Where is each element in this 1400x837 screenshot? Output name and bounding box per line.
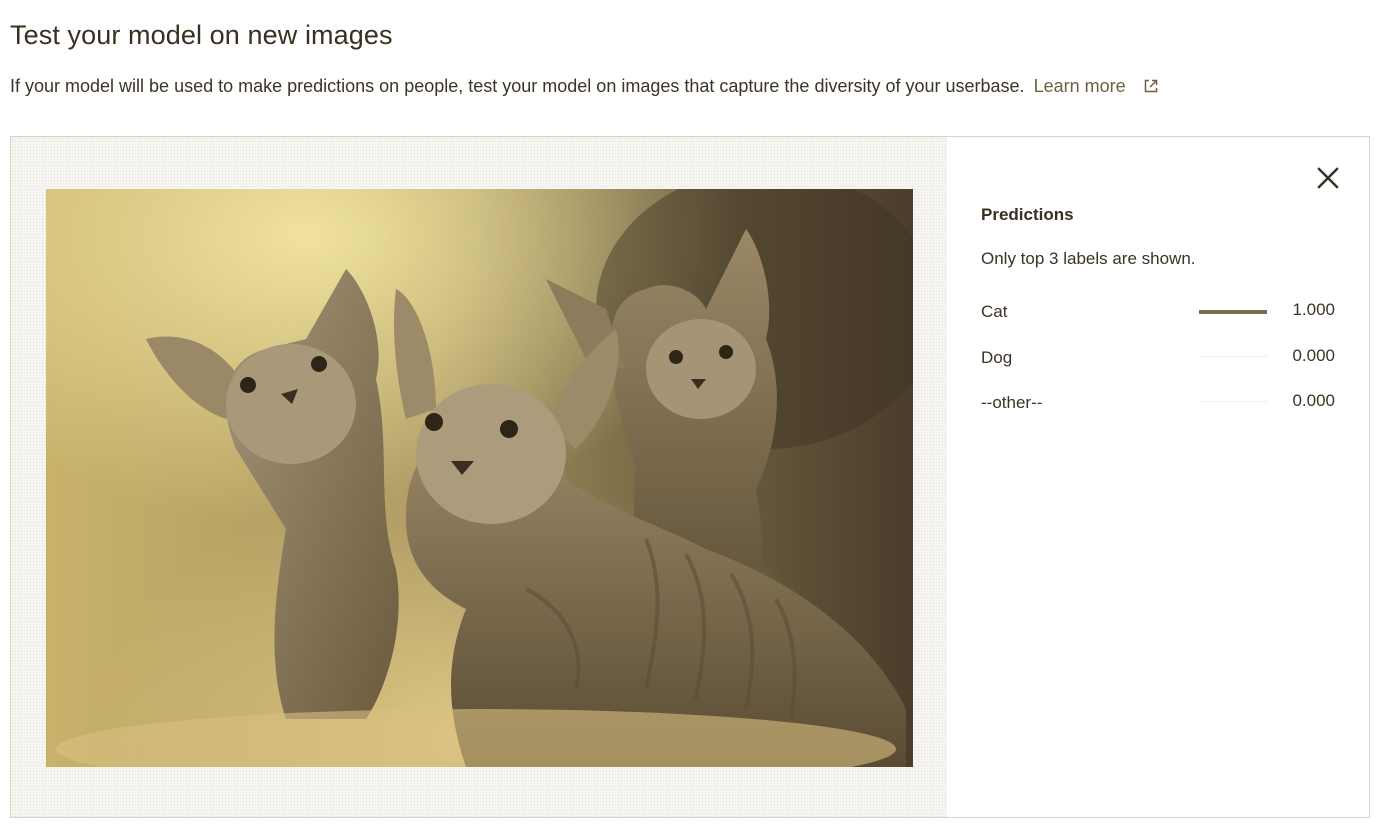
predictions-heading: Predictions: [981, 205, 1074, 224]
prediction-row: Dog 0.000: [981, 345, 1341, 369]
prediction-label: Dog: [981, 348, 1013, 367]
prediction-score: 0.000: [1292, 391, 1335, 410]
page-title: Test your model on new images: [10, 20, 393, 50]
prediction-bar-fill: [1199, 310, 1267, 314]
close-icon[interactable]: [1313, 163, 1343, 193]
description-text: If your model will be used to make predi…: [10, 76, 1025, 96]
prediction-score: 0.000: [1292, 346, 1335, 365]
prediction-row: --other-- 0.000: [981, 390, 1341, 414]
prediction-label: --other--: [981, 393, 1043, 412]
image-preview-pane: [11, 137, 947, 817]
prediction-bar: [1199, 356, 1267, 360]
predictions-note: Only top 3 labels are shown.: [981, 249, 1196, 268]
test-result-panel: Predictions Only top 3 labels are shown.…: [10, 136, 1370, 818]
prediction-bar: [1199, 310, 1267, 314]
external-link-icon[interactable]: [1143, 78, 1159, 94]
prediction-bar: [1199, 401, 1267, 405]
learn-more-link[interactable]: Learn more: [1034, 76, 1126, 96]
prediction-row: Cat 1.000: [981, 299, 1341, 323]
prediction-score: 1.000: [1292, 300, 1335, 319]
uploaded-image: [46, 189, 913, 767]
prediction-label: Cat: [981, 302, 1008, 321]
page-description: If your model will be used to make predi…: [10, 76, 1159, 97]
